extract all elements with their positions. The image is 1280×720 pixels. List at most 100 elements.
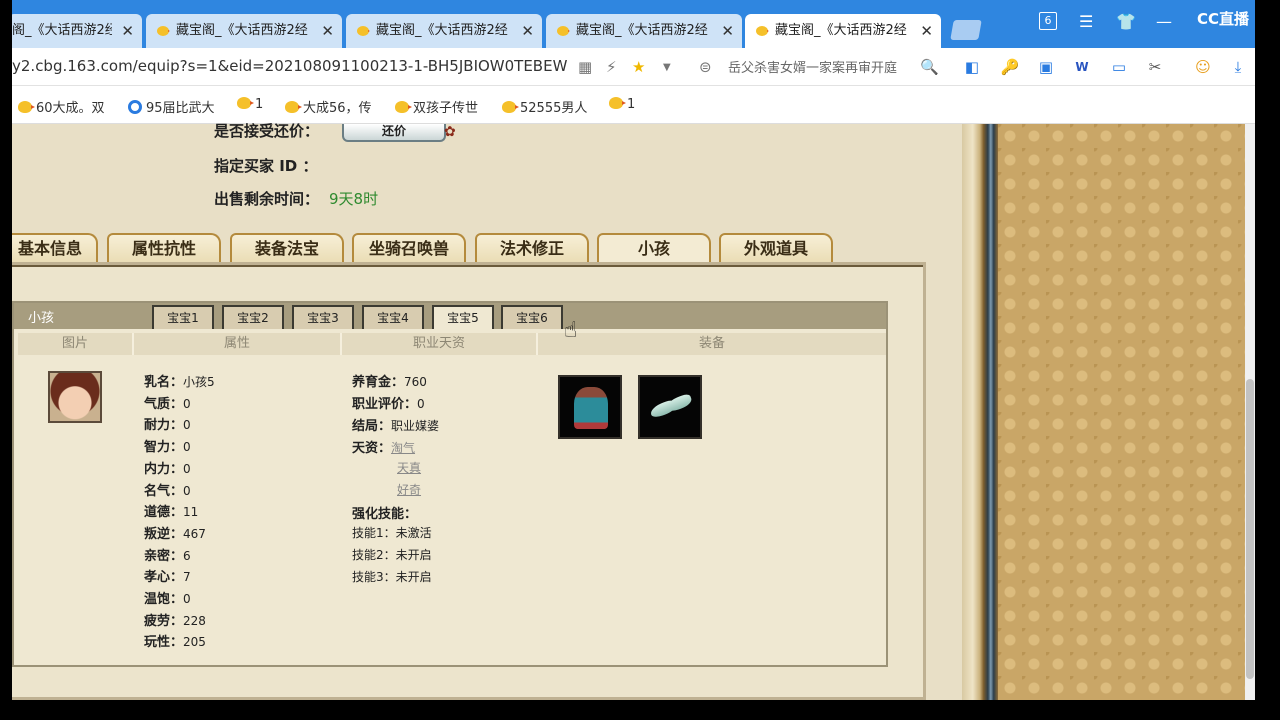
attribute-row: 亲密：6 <box>144 545 191 564</box>
subtab-baby-5[interactable]: 宝宝5 <box>432 305 494 329</box>
bookmark-item[interactable]: 双孩子传世 <box>395 97 478 116</box>
attribute-value: 0 <box>183 483 191 498</box>
bookmark-item[interactable]: 大成56，传 <box>285 97 372 116</box>
screen: 阁_《大话西游2经 ✕ 藏宝阁_《大话西游2经 ✕ 藏宝阁_《大话西游2经 ✕ … <box>0 0 1280 720</box>
bookmark-item[interactable]: 95届比武大 <box>128 97 215 116</box>
search-icon[interactable]: 🔍 <box>920 58 939 76</box>
bargain-button[interactable]: 还价 <box>342 124 446 142</box>
tab-counter[interactable]: 6 <box>1039 12 1057 30</box>
attribute-value: 0 <box>183 592 191 606</box>
attribute-row: 内力：0 <box>144 458 191 477</box>
key-icon[interactable]: 🔑 <box>1000 57 1020 77</box>
attribute-value: 0 <box>183 418 191 433</box>
close-tab-icon[interactable]: ✕ <box>321 14 334 48</box>
upbringing-row: 养育金：760 <box>352 375 427 390</box>
browser-tab[interactable]: 藏宝阁_《大话西游2经 ✕ <box>346 14 542 48</box>
tab-child[interactable]: 小孩 <box>597 233 711 263</box>
new-tab-button[interactable] <box>950 20 982 40</box>
attribute-value: 0 <box>183 440 191 455</box>
close-tab-icon[interactable]: ✕ <box>521 14 534 48</box>
subtab-baby-4[interactable]: 宝宝4 <box>362 305 424 329</box>
chick-icon <box>357 26 370 36</box>
talent-link[interactable]: 淘气 <box>391 441 415 455</box>
attribute-value: 205 <box>183 635 206 650</box>
remaining-time-row: 出售剩余时间： 9天8时 <box>214 190 379 208</box>
decorative-side-panel <box>962 124 1255 700</box>
decorative-pattern <box>998 124 1245 700</box>
attribute-row: 名气：0 <box>144 480 191 499</box>
attribute-label: 玩性： <box>144 635 184 651</box>
scrollbar[interactable] <box>1245 124 1255 700</box>
scrollbar-thumb[interactable] <box>1246 379 1254 679</box>
subtab-baby-2[interactable]: 宝宝2 <box>222 305 284 329</box>
column-header-image: 图片 <box>18 333 134 355</box>
tab-basic-info[interactable]: 基本信息 <box>12 233 98 263</box>
attribute-row: 玩性：205 <box>144 631 206 650</box>
browser-icon <box>128 100 142 114</box>
tab-mounts-summons[interactable]: 坐骑召唤兽 <box>352 233 466 263</box>
skill-row: 技能3：未开启 <box>352 570 432 584</box>
chick-icon <box>557 26 570 36</box>
tab-spell-correction[interactable]: 法术修正 <box>475 233 589 263</box>
attribute-row: 乳名：小孩5 <box>144 371 215 390</box>
back-icon[interactable]: ◧ <box>962 57 982 77</box>
search-input[interactable]: 岳父杀害女婿一家案再审开庭 <box>728 57 897 76</box>
download-icon[interactable]: ⤓ <box>1228 57 1248 77</box>
browser-tab[interactable]: 阁_《大话西游2经 ✕ <box>12 14 142 48</box>
bookmark-item[interactable]: 1 <box>609 97 635 112</box>
screenshot-icon[interactable]: ▭ <box>1109 57 1129 77</box>
address-bar: y2.cbg.163.com/equip?s=1&eid=20210809110… <box>12 48 1255 86</box>
word-icon[interactable]: W <box>1072 57 1092 77</box>
ribbon-icon: ✿ <box>444 124 456 140</box>
menu-icon[interactable]: ☰ <box>1079 12 1093 31</box>
attribute-row: 孝心：7 <box>144 566 191 585</box>
browser-tab-active[interactable]: 藏宝阁_《大话西游2经 ✕ <box>745 14 941 48</box>
search-engine-icon: ⊜ <box>699 58 712 76</box>
lightning-icon[interactable]: ⚡ <box>606 58 617 76</box>
close-tab-icon[interactable]: ✕ <box>920 14 933 48</box>
shirt-icon[interactable]: 👕 <box>1116 12 1136 31</box>
attribute-row: 叛逆：467 <box>144 523 206 542</box>
cc-live-logo: CC直播 <box>1197 10 1250 28</box>
attribute-row: 温饱：0 <box>144 588 191 607</box>
scissors-icon[interactable]: ✂ <box>1145 57 1165 77</box>
bookmark-item[interactable]: 60大成。双 <box>18 97 105 116</box>
qr-code-icon[interactable]: ▦ <box>578 58 592 76</box>
translate-icon[interactable]: ▣ <box>1036 57 1056 77</box>
talent-link[interactable]: 好奇 <box>397 481 421 498</box>
close-tab-icon[interactable]: ✕ <box>721 14 734 48</box>
chick-icon <box>502 101 519 113</box>
attribute-value: 7 <box>183 570 191 585</box>
shoes-icon[interactable] <box>638 375 702 439</box>
attribute-label: 亲密： <box>144 548 184 564</box>
talent-link[interactable]: 天真 <box>397 459 421 476</box>
child-panel: 小孩 宝宝1 宝宝2 宝宝3 宝宝4 宝宝5 宝宝6 图片 属性 职业天资 装备… <box>12 301 888 667</box>
url-field[interactable]: y2.cbg.163.com/equip?s=1&eid=20210809110… <box>12 57 567 75</box>
child-panel-title: 小孩 <box>28 311 55 326</box>
minimize-icon[interactable]: — <box>1156 12 1172 31</box>
browser-tab[interactable]: 藏宝阁_《大话西游2经 ✕ <box>146 14 342 48</box>
chevron-down-icon[interactable]: ▼ <box>663 62 671 73</box>
subtab-baby-1[interactable]: 宝宝1 <box>152 305 214 329</box>
browser-tab[interactable]: 藏宝阁_《大话西游2经 ✕ <box>546 14 742 48</box>
tab-attributes[interactable]: 属性抗性 <box>107 233 221 263</box>
chick-icon <box>756 26 769 36</box>
emoji-icon[interactable]: ☺ <box>1193 57 1213 77</box>
attribute-label: 叛逆： <box>144 526 184 542</box>
attribute-label: 气质： <box>144 396 184 412</box>
attribute-row: 耐力：0 <box>144 414 191 433</box>
star-icon[interactable]: ★ <box>632 58 645 76</box>
attribute-label: 名气： <box>144 483 184 499</box>
bookmark-item[interactable]: 52555男人 <box>502 97 587 116</box>
bookmark-item[interactable]: 1 <box>237 97 263 112</box>
hand-cursor-icon: ☝ <box>564 318 578 343</box>
robe-icon[interactable] <box>558 375 622 439</box>
tab-appearance-items[interactable]: 外观道具 <box>719 233 833 263</box>
attribute-row: 气质：0 <box>144 393 191 412</box>
subtab-baby-3[interactable]: 宝宝3 <box>292 305 354 329</box>
close-tab-icon[interactable]: ✕ <box>121 14 134 48</box>
tab-equipment[interactable]: 装备法宝 <box>230 233 344 263</box>
decorative-border <box>962 124 998 700</box>
attribute-value: 11 <box>183 505 199 520</box>
subtab-baby-6[interactable]: 宝宝6 <box>501 305 563 329</box>
